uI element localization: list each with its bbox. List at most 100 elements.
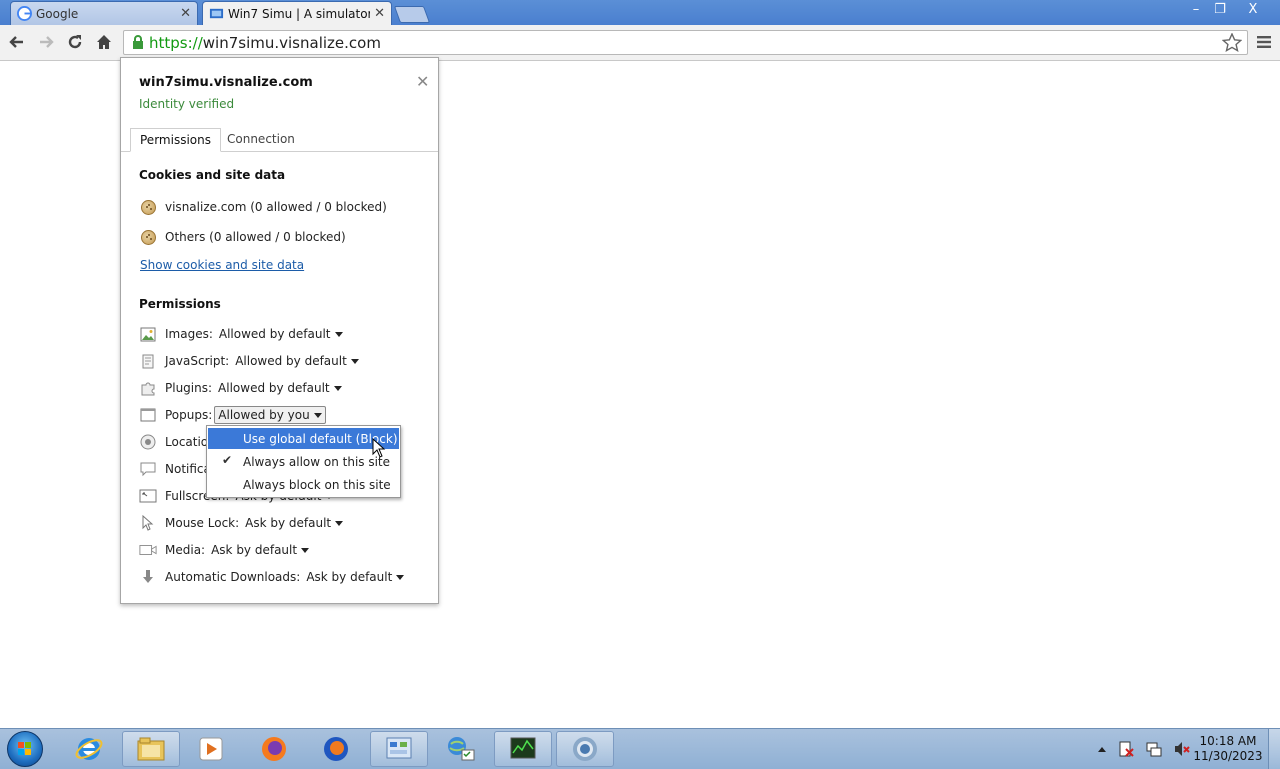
- taskbar-control-panel[interactable]: [370, 731, 428, 767]
- menu-option-always-block[interactable]: Always block on this site: [208, 474, 399, 495]
- cookie-icon: [140, 199, 156, 215]
- firefox-icon: [262, 737, 286, 761]
- show-hidden-icons-icon[interactable]: [1097, 745, 1107, 753]
- taskbar-network[interactable]: [432, 731, 490, 767]
- action-center-icon[interactable]: [1117, 740, 1135, 758]
- start-button[interactable]: [7, 731, 43, 767]
- permission-dropdown[interactable]: Allowed by default: [235, 354, 359, 368]
- lock-icon[interactable]: [132, 35, 144, 50]
- tab-strip: Google ✕ Win7 Simu | A simulator o ✕ – ❐…: [0, 0, 1280, 25]
- fullscreen-icon: [139, 489, 157, 503]
- bookmark-star-icon[interactable]: [1222, 33, 1242, 52]
- reload-icon: [68, 35, 82, 49]
- home-icon: [97, 35, 111, 49]
- url-host: win7simu.visnalize.com: [202, 34, 381, 52]
- permission-value: Allowed by default: [218, 381, 330, 395]
- permission-dropdown[interactable]: Allowed by default: [218, 381, 342, 395]
- windows-logo-icon: [18, 742, 31, 755]
- explorer-icon: [137, 737, 165, 761]
- cookie-row: visnalize.com (0 allowed / 0 blocked): [139, 198, 387, 216]
- cookies-section-title: Cookies and site data: [139, 168, 286, 182]
- site-info-popup: win7simu.visnalize.com Identity verified…: [120, 57, 439, 604]
- network-tray-icon[interactable]: [1145, 740, 1163, 758]
- permission-value: Allowed by you: [218, 408, 310, 422]
- tab-connection[interactable]: Connection: [218, 128, 304, 152]
- permission-label: Media:: [165, 543, 206, 557]
- menu-option-use-global-default[interactable]: Use global default (Block): [208, 428, 399, 449]
- permission-value: Allowed by default: [218, 327, 331, 341]
- caret-down-icon: [335, 520, 344, 526]
- caret-down-icon: [334, 331, 343, 337]
- chrome-icon: [573, 737, 597, 761]
- permission-javascript: JavaScript: Allowed by default: [139, 352, 359, 370]
- taskbar-task-manager[interactable]: [494, 731, 552, 767]
- tab-google[interactable]: Google ✕: [10, 1, 198, 25]
- tab-title: Win7 Simu | A simulator o: [228, 6, 371, 21]
- cookie-row-label: visnalize.com (0 allowed / 0 blocked): [165, 200, 387, 214]
- popup-tabs: Permissions Connection: [121, 126, 438, 152]
- permission-media: Media: Ask by default: [139, 541, 310, 559]
- location-icon: [140, 434, 156, 450]
- close-popup-icon[interactable]: ✕: [416, 72, 429, 91]
- permission-dropdown[interactable]: Allowed by you: [214, 406, 326, 424]
- url-scheme: https://: [149, 34, 203, 52]
- cookie-icon: [140, 229, 156, 245]
- close-tab-icon[interactable]: ✕: [180, 6, 191, 21]
- permission-value: Ask by default: [306, 570, 393, 584]
- taskbar: 10:18 AM 11/30/2023: [0, 728, 1280, 769]
- permission-dropdown[interactable]: Allowed by default: [219, 327, 343, 341]
- cookie-row: Others (0 allowed / 0 blocked): [139, 228, 346, 246]
- menu-option-always-allow[interactable]: ✔ Always allow on this site: [208, 451, 399, 472]
- show-cookies-link[interactable]: Show cookies and site data: [140, 258, 304, 272]
- caret-down-icon: [333, 385, 342, 391]
- url-text[interactable]: https://win7simu.visnalize.com: [149, 34, 381, 52]
- permission-images: Images: Allowed by default: [139, 325, 343, 343]
- permission-dropdown[interactable]: Ask by default: [245, 516, 344, 530]
- popups-dropdown-menu: Use global default (Block) ✔ Always allo…: [206, 425, 401, 498]
- menu-option-label: Always block on this site: [243, 477, 391, 492]
- show-desktop-button[interactable]: [1268, 729, 1280, 769]
- checkmark-icon: ✔: [222, 453, 233, 467]
- permission-label: Plugins:: [165, 381, 213, 395]
- caret-down-icon: [350, 358, 359, 364]
- cookie-row-label: Others (0 allowed / 0 blocked): [165, 230, 346, 244]
- volume-muted-icon[interactable]: [1173, 740, 1191, 758]
- site-name: win7simu.visnalize.com: [139, 75, 313, 90]
- restore-button[interactable]: ❐: [1205, 0, 1235, 18]
- taskbar-ie[interactable]: [60, 731, 118, 767]
- taskbar-explorer[interactable]: [122, 731, 180, 767]
- taskbar-media-player[interactable]: [182, 731, 240, 767]
- clock-time: 10:18 AM: [1199, 734, 1257, 748]
- permission-label: Popups:: [165, 408, 213, 422]
- close-window-button[interactable]: X: [1238, 0, 1268, 18]
- permission-mouse-lock: Mouse Lock: Ask by default: [139, 514, 344, 532]
- permission-label: Mouse Lock:: [165, 516, 240, 530]
- tab-win7simu[interactable]: Win7 Simu | A simulator o ✕: [202, 1, 392, 25]
- tab-permissions[interactable]: Permissions: [130, 128, 221, 152]
- menu-option-label: Always allow on this site: [243, 454, 391, 469]
- permission-label: JavaScript:: [165, 354, 230, 368]
- permission-label: Images:: [165, 327, 213, 341]
- clock[interactable]: 10:18 AM 11/30/2023: [1193, 734, 1263, 764]
- win7simu-icon: [209, 8, 224, 19]
- taskbar-chrome[interactable]: [556, 731, 614, 767]
- permission-dropdown[interactable]: Ask by default: [211, 543, 310, 557]
- clock-date: 11/30/2023: [1193, 749, 1263, 763]
- reload-button[interactable]: [65, 32, 85, 52]
- close-tab-icon[interactable]: ✕: [374, 6, 385, 21]
- new-tab-button[interactable]: [393, 6, 431, 23]
- home-button[interactable]: [94, 32, 114, 52]
- speech-bubble-icon: [140, 462, 156, 476]
- menu-icon[interactable]: [1256, 35, 1272, 49]
- control-panel-icon: [386, 737, 412, 759]
- tab-title: Google: [36, 6, 79, 21]
- taskbar-firefox[interactable]: [245, 731, 303, 767]
- permissions-section-title: Permissions: [139, 297, 221, 311]
- script-icon: [142, 354, 154, 368]
- taskbar-firefox-blue[interactable]: [307, 731, 365, 767]
- back-button[interactable]: [7, 32, 27, 52]
- permission-dropdown[interactable]: Ask by default: [306, 570, 405, 584]
- task-manager-icon: [510, 737, 536, 759]
- forward-button[interactable]: [36, 32, 56, 52]
- address-bar[interactable]: https://win7simu.visnalize.com: [123, 30, 1248, 55]
